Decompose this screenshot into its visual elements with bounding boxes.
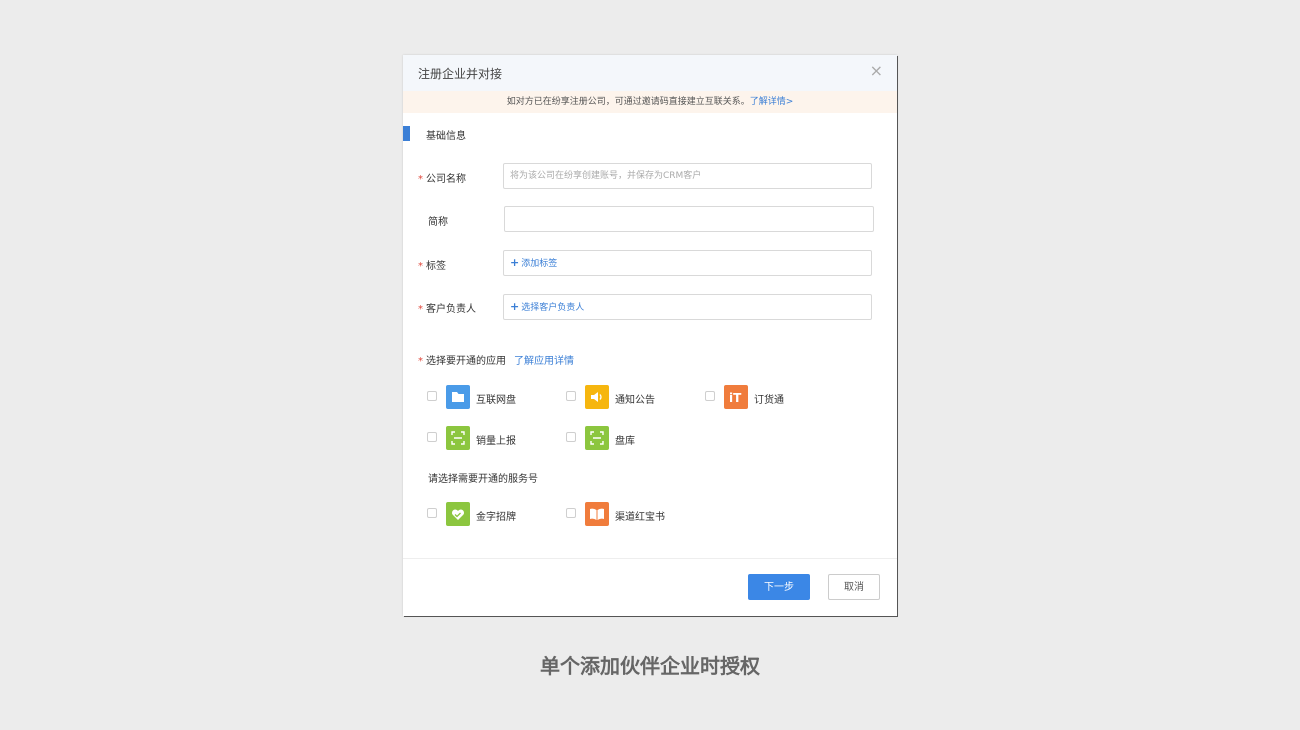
select-owner-button[interactable]: + 选择客户负责人	[510, 300, 585, 313]
app-name: 互联网盘	[476, 395, 516, 406]
cancel-button[interactable]: 取消	[828, 574, 880, 600]
book-icon	[585, 502, 609, 526]
footer-divider	[403, 558, 897, 559]
owner-label-text: 客户负责人	[426, 304, 476, 315]
app-name: 盘库	[615, 436, 635, 447]
folder-icon	[446, 385, 470, 409]
next-button[interactable]: 下一步	[748, 574, 810, 600]
dialog-header: 注册企业并对接 ×	[403, 55, 897, 91]
notice-bar: 如对方已在纷享注册公司，可通过邀请码直接建立互联关系。了解详情>	[403, 91, 897, 113]
app-checkbox[interactable]	[566, 432, 576, 442]
plus-icon: +	[510, 256, 520, 269]
plus-icon: +	[510, 300, 520, 313]
select-owner-label: 选择客户负责人	[521, 303, 585, 313]
tags-label-text: 标签	[426, 261, 446, 272]
company-name-input[interactable]: 将为该公司在纷享创建账号，并保存为CRM客户	[503, 163, 872, 189]
app-checkbox[interactable]	[705, 391, 715, 401]
app-checkbox[interactable]	[427, 432, 437, 442]
app-checkbox[interactable]	[427, 391, 437, 401]
app-name: 订货通	[754, 395, 784, 406]
tags-label: * 标签	[418, 257, 446, 272]
company-name-label: * 公司名称	[418, 170, 466, 185]
app-name: 销量上报	[476, 436, 516, 447]
service-checkbox[interactable]	[427, 508, 437, 518]
service-name: 金字招牌	[476, 512, 516, 523]
scan-icon	[585, 426, 609, 450]
add-tag-button[interactable]: + 添加标签	[510, 256, 558, 269]
owner-field[interactable]: + 选择客户负责人	[503, 294, 872, 320]
service-title: 请选择需要开通的服务号	[428, 474, 538, 485]
required-mark: *	[418, 174, 423, 185]
required-mark: *	[418, 356, 423, 367]
speaker-icon	[585, 385, 609, 409]
company-name-label-text: 公司名称	[426, 174, 466, 185]
short-name-input[interactable]	[504, 206, 874, 232]
owner-label: * 客户负责人	[418, 300, 476, 315]
app-detail-link[interactable]: 了解应用详情	[514, 356, 574, 367]
short-name-label: 简称	[428, 217, 448, 228]
apps-title: * 选择要开通的应用 了解应用详情	[418, 352, 574, 367]
app-checkbox[interactable]	[566, 391, 576, 401]
service-checkbox[interactable]	[566, 508, 576, 518]
page-caption: 单个添加伙伴企业时授权	[540, 654, 760, 678]
app-name: 通知公告	[615, 395, 655, 406]
notice-text: 如对方已在纷享注册公司，可通过邀请码直接建立互联关系。	[506, 97, 750, 107]
order-icon: iT	[724, 385, 748, 409]
apps-title-text: 选择要开通的应用	[426, 356, 506, 367]
tags-field[interactable]: + 添加标签	[503, 250, 872, 276]
heart-icon	[446, 502, 470, 526]
register-dialog: 注册企业并对接 × 如对方已在纷享注册公司，可通过邀请码直接建立互联关系。了解详…	[403, 55, 897, 616]
close-icon[interactable]: ×	[870, 62, 883, 80]
section-title: 基础信息	[426, 131, 466, 142]
add-tag-label: 添加标签	[521, 259, 558, 269]
svg-text:iT: iT	[729, 391, 742, 405]
company-name-placeholder: 将为该公司在纷享创建账号，并保存为CRM客户	[510, 171, 702, 181]
notice-link[interactable]: 了解详情>	[750, 97, 794, 107]
service-name: 渠道红宝书	[615, 512, 665, 523]
required-mark: *	[418, 304, 423, 315]
dialog-title: 注册企业并对接	[418, 67, 503, 81]
section-marker	[403, 126, 410, 141]
scan-icon	[446, 426, 470, 450]
required-mark: *	[418, 261, 423, 272]
